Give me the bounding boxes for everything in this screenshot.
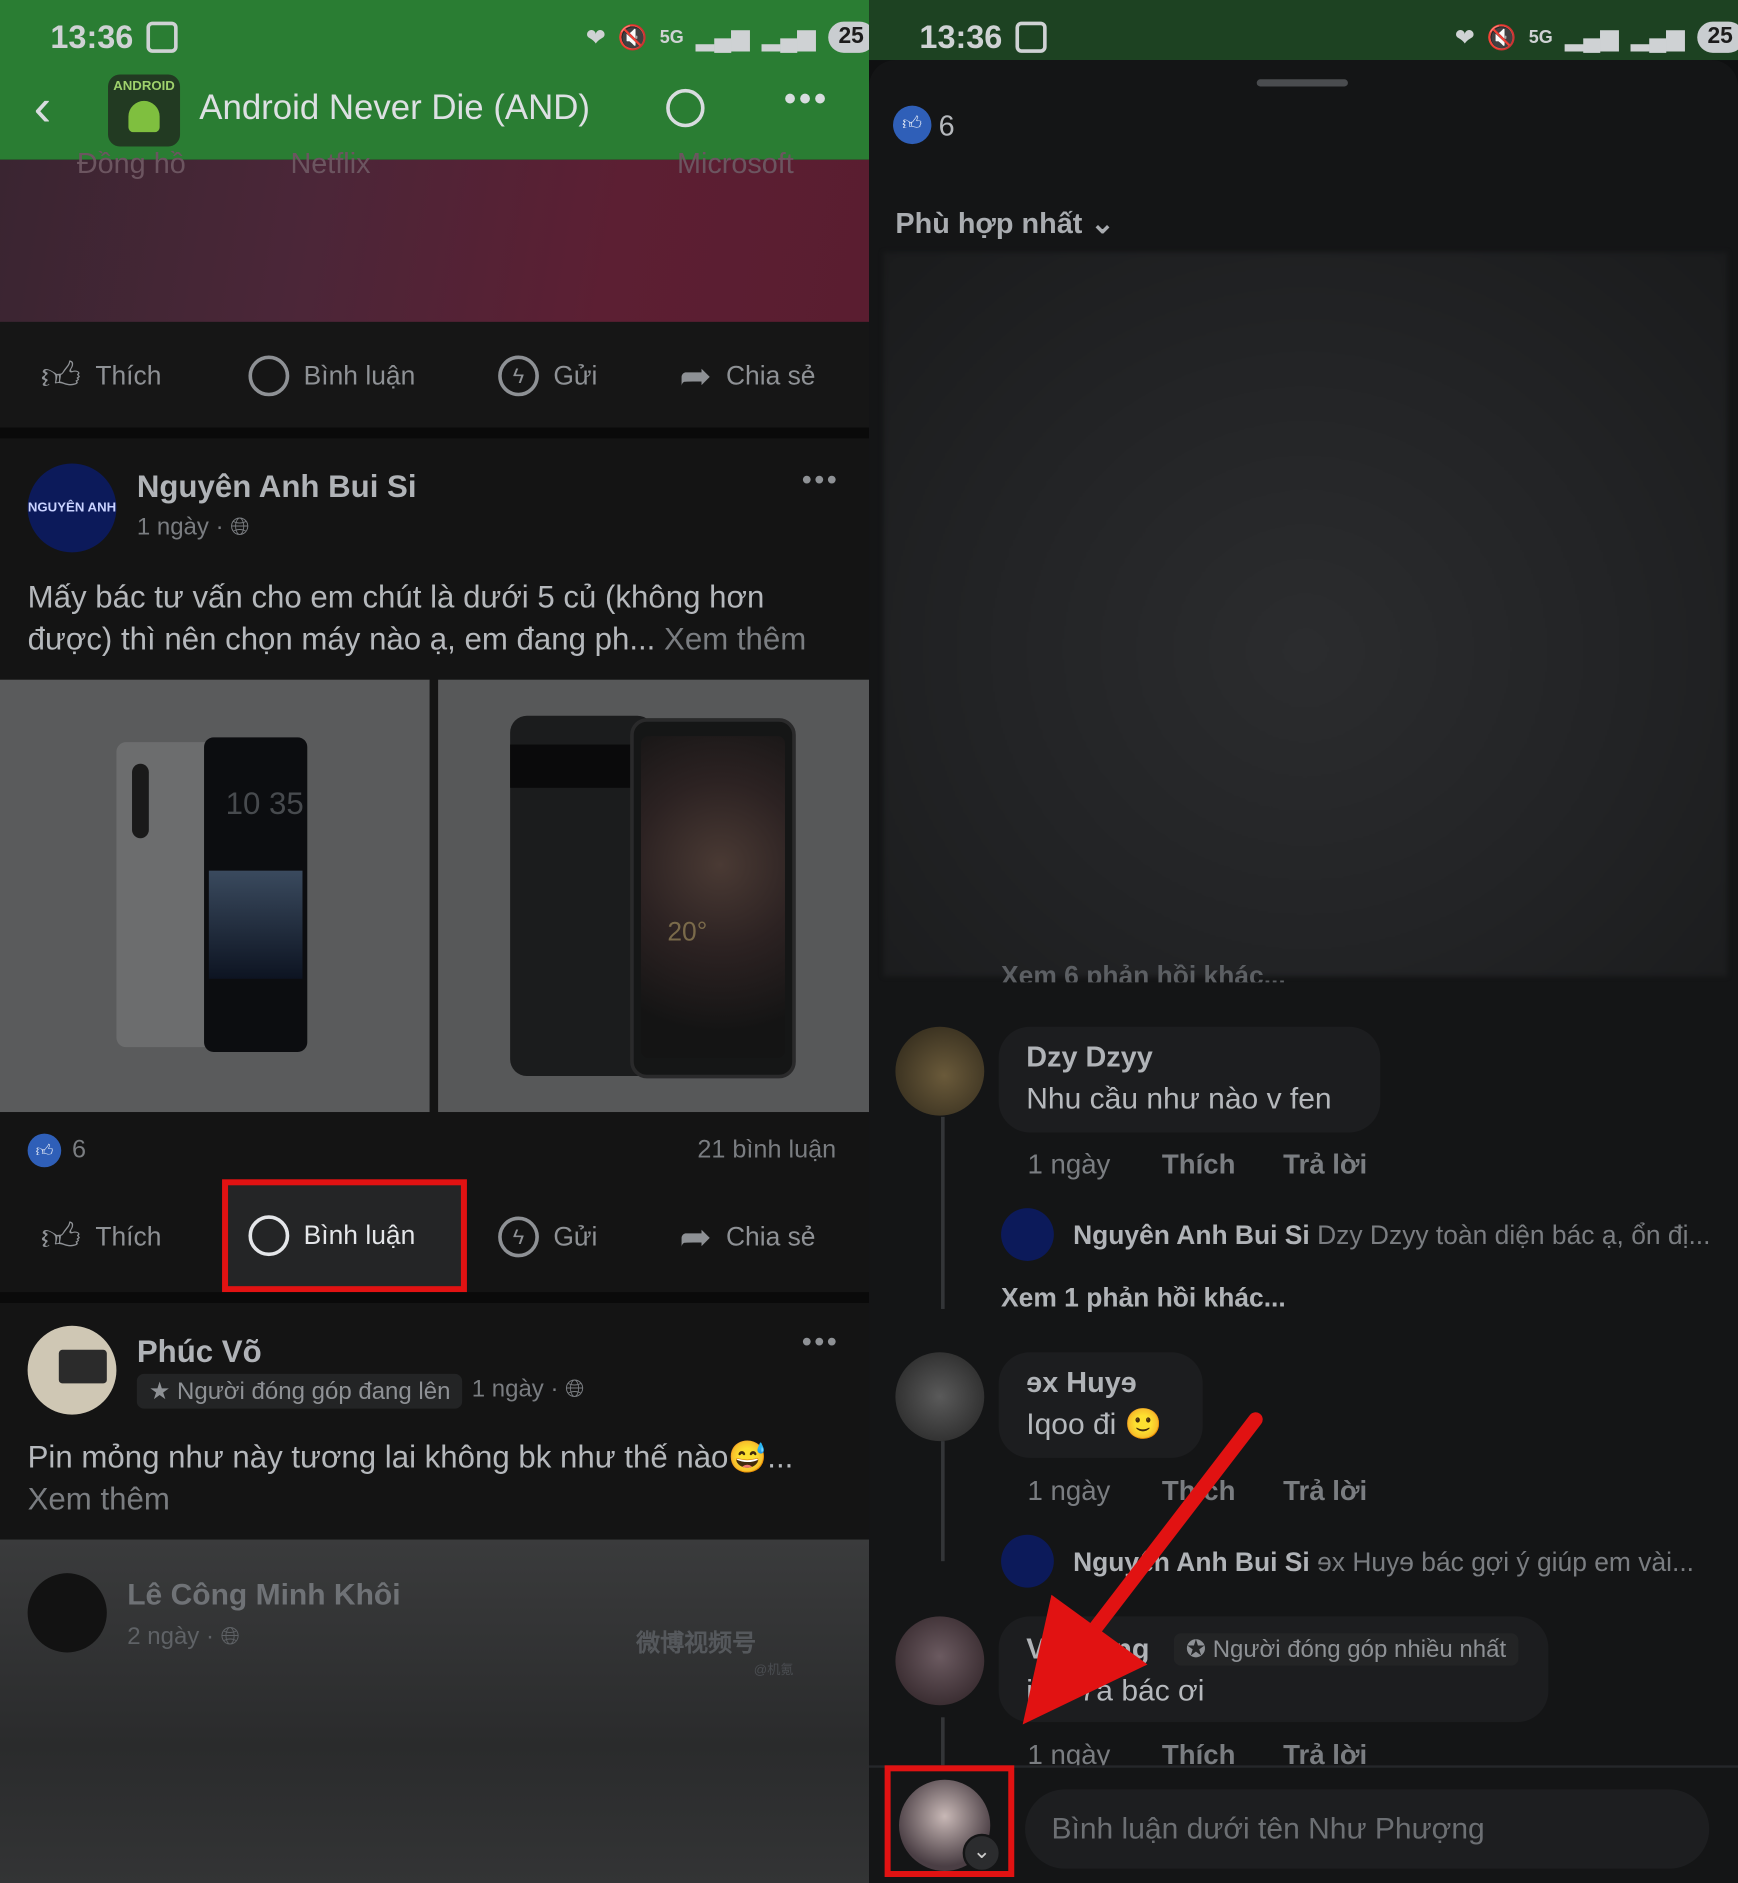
thumbs-up-icon: 👍︎: [40, 353, 81, 397]
post-author[interactable]: Lê Công Minh Khôi: [127, 1578, 400, 1613]
post-time: 2 ngày · 🌐︎: [127, 1623, 240, 1651]
globe-icon: 🌐︎: [230, 513, 250, 541]
mute-icon: 🔇: [617, 24, 648, 52]
post-banner-image[interactable]: Đồng hồ Netflix Microsoft: [0, 148, 870, 325]
globe-icon: 🌐︎: [220, 1623, 240, 1651]
heart-icon: ❤: [585, 24, 606, 52]
comment-count[interactable]: 21 bình luận: [697, 1136, 836, 1165]
share-button[interactable]: ➦ Chia sẻ: [679, 353, 815, 399]
contributor-badge: ★ Người đóng góp đang lên: [136, 1373, 463, 1409]
like-count[interactable]: 6: [72, 1136, 86, 1165]
author-avatar[interactable]: NGUYÊN ANH: [27, 463, 117, 553]
group-header: 13:36 ❤ 🔇 5G ▂▄▆ ▂▄▆ 25 ‹ ANDROID Androi…: [0, 0, 870, 160]
author-avatar[interactable]: [27, 1573, 107, 1653]
post-text: Pin mỏng như này tương lai không bk như …: [27, 1438, 794, 1517]
highlight-comment-button: [222, 1179, 467, 1293]
author-avatar[interactable]: [27, 1325, 117, 1415]
post-time: 1 ngày · 🌐︎: [136, 513, 250, 541]
post-image-sony-phone[interactable]: 10 35: [0, 679, 430, 1113]
post-author[interactable]: Phúc Võ: [137, 1333, 262, 1370]
more-options-icon[interactable]: •••: [784, 79, 829, 120]
search-icon[interactable]: [666, 88, 705, 128]
video-watermark-sub: @机氪: [753, 1663, 794, 1678]
divider: [0, 427, 870, 439]
battery-indicator: 25: [827, 21, 870, 53]
post-time: 1 ngày · 🌐︎: [471, 1376, 585, 1403]
messenger-icon: ϟ: [498, 355, 539, 397]
signal-icon-2: ▂▄▆: [761, 24, 816, 52]
globe-icon: 🌐︎: [565, 1376, 585, 1403]
messenger-icon: ϟ: [498, 1216, 539, 1258]
thumbs-up-icon: 👍︎: [40, 1214, 81, 1258]
like-button[interactable]: 👍︎ Thích: [41, 352, 162, 399]
divider: [0, 1292, 870, 1303]
post-author[interactable]: Nguyên Anh Bui Si: [137, 468, 417, 505]
comments-sheet-screen: 13:36 ❤ 🔇 5G ▂▄▆ ▂▄▆ 25 👍︎ 6 Phù hợp nhấ…: [869, 0, 1738, 1883]
share-arrow-icon: ➦: [679, 1215, 712, 1259]
share-button[interactable]: ➦ Chia sẻ: [679, 1214, 815, 1260]
like-button[interactable]: 👍︎ Thích: [41, 1214, 162, 1261]
red-arrow-annotation: [1022, 1412, 1263, 1725]
group-avatar[interactable]: ANDROID: [108, 74, 181, 147]
comment-button[interactable]: Bình luận: [248, 355, 415, 397]
back-arrow-icon[interactable]: ‹: [34, 81, 52, 135]
post-action-bar: 👍︎ Thích Bình luận ϟ Gửi ➦ Chia sẻ: [0, 321, 870, 430]
network-5g-icon: 5G: [659, 27, 684, 48]
group-feed-screen: 13:36 ❤ 🔇 5G ▂▄▆ ▂▄▆ 25 ‹ ANDROID Androi…: [0, 0, 870, 1883]
banner-label: Đồng hồ: [76, 147, 186, 181]
comment-bubble-icon: [248, 355, 290, 397]
banner-label: Netflix: [290, 147, 371, 181]
see-more-link[interactable]: Xem thêm: [664, 621, 806, 657]
send-button[interactable]: ϟ Gửi: [498, 355, 597, 397]
see-more-link[interactable]: Xem thêm: [28, 1481, 170, 1517]
like-reaction-icon: 👍︎: [27, 1133, 62, 1168]
status-time: 13:36: [50, 19, 134, 56]
post-text: Mấy bác tư vấn cho em chút là dưới 5 củ …: [27, 578, 807, 657]
signal-icon: ▂▄▆: [695, 24, 750, 52]
post-image-pixel-phone[interactable]: 20°: [438, 679, 870, 1113]
shared-video-post[interactable]: Lê Công Minh Khôi 2 ngày · 🌐︎ 微博视频号 @机氪: [0, 1539, 870, 1883]
screenshot-icon: [146, 21, 178, 53]
post-options-icon[interactable]: •••: [802, 1326, 839, 1360]
share-arrow-icon: ➦: [679, 354, 712, 398]
video-watermark: 微博视频号: [636, 1630, 757, 1658]
star-icon: ★: [148, 1378, 171, 1406]
post-options-icon[interactable]: •••: [802, 464, 839, 498]
banner-label: Microsoft: [676, 147, 794, 181]
group-title: Android Never Die (AND): [199, 88, 591, 128]
send-button[interactable]: ϟ Gửi: [498, 1216, 597, 1258]
